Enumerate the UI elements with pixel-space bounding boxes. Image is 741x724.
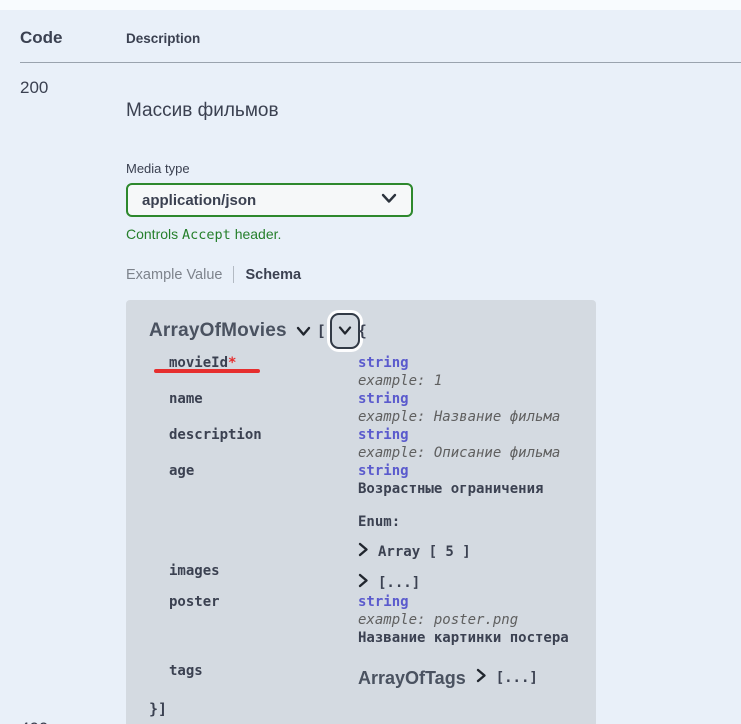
- property-name: poster: [169, 593, 358, 647]
- property-name: age: [169, 462, 358, 562]
- property-value: string example: 1: [358, 354, 586, 390]
- chevron-right-icon: [476, 668, 487, 688]
- property-name: tags: [169, 662, 358, 688]
- tab-divider: [233, 266, 234, 283]
- property-value: string example: Название фильма: [358, 390, 586, 426]
- enum-collapsed-value: Array [ 5 ]: [378, 543, 471, 561]
- item-toggle-button[interactable]: [330, 313, 360, 349]
- media-type-select[interactable]: application/json: [126, 183, 413, 217]
- property-example: example: 1: [358, 372, 586, 390]
- accept-note-prefix: Controls: [126, 226, 182, 242]
- responses-table-header: Code Description: [20, 10, 741, 63]
- response-description-cell: Массив фильмов Media type application/js…: [126, 78, 741, 724]
- accept-note-suffix: header.: [231, 226, 282, 242]
- property-type: string: [358, 390, 586, 408]
- controls-accept-note: Controls Accept header.: [126, 226, 721, 243]
- enum-label: Enum:: [358, 513, 586, 531]
- tags-ref-toggle[interactable]: ArrayOfTags [...]: [358, 668, 586, 688]
- response-code: 200: [20, 78, 126, 724]
- swagger-responses-panel: Code Description 200 Массив фильмов Medi…: [0, 0, 741, 724]
- section-top-edge: [0, 0, 741, 10]
- property-type: string: [358, 426, 586, 444]
- property-value: string Возрастные ограничения Enum: Arra…: [358, 462, 586, 562]
- collapsed-array-value: [...]: [496, 669, 538, 687]
- property-value: [...]: [358, 562, 586, 593]
- chevron-right-icon: [358, 542, 369, 562]
- property-row-age: age string Возрастные ограничения Enum: …: [169, 462, 586, 562]
- model-closing-brackets: }]: [149, 700, 586, 718]
- accept-header-code: Accept: [182, 227, 231, 243]
- schema-model-box: ArrayOfMovies [ { movieId* string: [126, 300, 596, 724]
- property-row-name: name string example: Название фильма: [169, 390, 586, 426]
- array-open-bracket: [: [317, 322, 326, 340]
- tab-schema[interactable]: Schema: [245, 267, 301, 283]
- model-collapse-chevron-icon[interactable]: [296, 325, 311, 341]
- collapsed-array-value: [...]: [378, 574, 420, 592]
- chevron-down-icon: [381, 191, 397, 209]
- property-name: images: [169, 562, 358, 593]
- property-value: ArrayOfTags [...]: [358, 662, 586, 688]
- property-type: string: [358, 593, 586, 611]
- property-name: name: [169, 390, 358, 426]
- col-header-code: Code: [20, 28, 126, 48]
- property-description: Возрастные ограничения: [358, 480, 586, 498]
- property-type: string: [358, 354, 586, 372]
- images-array-toggle[interactable]: [...]: [358, 573, 586, 593]
- property-type: string: [358, 462, 586, 480]
- property-value: string example: poster.png Название карт…: [358, 593, 586, 647]
- property-row-tags: tags ArrayOfTags [...]: [169, 662, 586, 688]
- model-title: ArrayOfMovies: [149, 320, 287, 342]
- response-description: Массив фильмов: [126, 99, 721, 122]
- tab-example-value[interactable]: Example Value: [126, 267, 222, 283]
- property-description: Название картинки постера: [358, 629, 586, 647]
- media-type-label: Media type: [126, 161, 721, 177]
- movieid-red-underline-annotation: [154, 369, 260, 373]
- model-properties: movieId* string example: 1 name string e…: [149, 354, 586, 688]
- property-row-description: description string example: Описание фил…: [169, 426, 586, 462]
- example-schema-tabs: Example Value Schema: [126, 266, 721, 283]
- response-row-200: 200 Массив фильмов Media type applicatio…: [0, 63, 741, 724]
- model-title-row: ArrayOfMovies [ {: [149, 313, 586, 349]
- property-example: example: Название фильма: [358, 408, 586, 426]
- property-example: example: Описание фильма: [358, 444, 586, 462]
- col-header-description: Description: [126, 31, 741, 46]
- ref-model-name: ArrayOfTags: [358, 669, 466, 687]
- property-name: description: [169, 426, 358, 462]
- enum-array-toggle[interactable]: Array [ 5 ]: [358, 542, 586, 562]
- next-response-code-partial: 400: [20, 719, 48, 724]
- property-row-poster: poster string example: poster.png Назван…: [169, 593, 586, 647]
- property-row-images: images [...]: [169, 562, 586, 593]
- property-example: example: poster.png: [358, 611, 586, 629]
- media-type-selected-value: application/json: [142, 192, 256, 209]
- object-open-brace: {: [358, 322, 367, 340]
- chevron-right-icon: [358, 573, 369, 593]
- property-value: string example: Описание фильма: [358, 426, 586, 462]
